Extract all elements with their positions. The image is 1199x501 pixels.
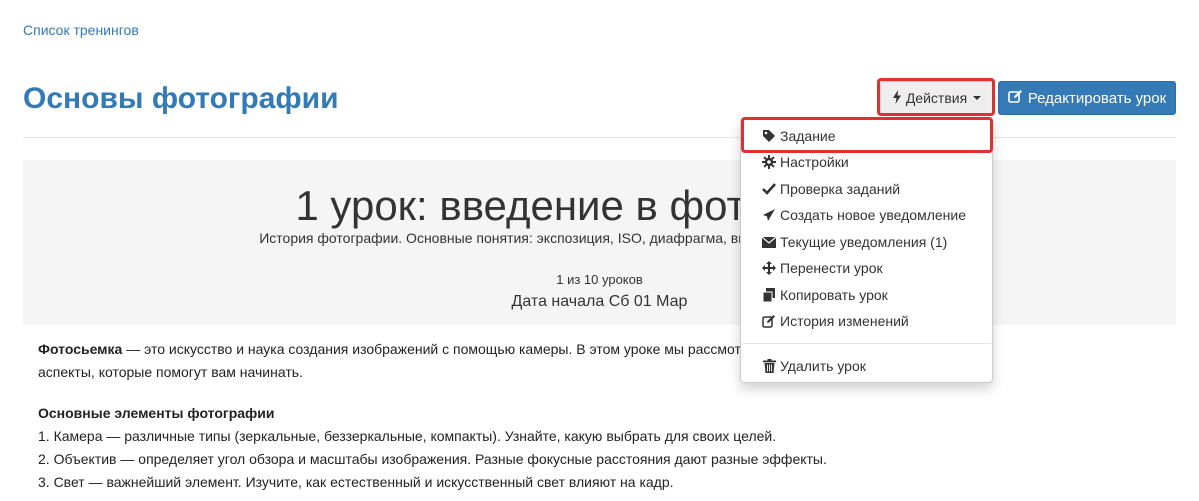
- menu-item-current-notifications[interactable]: Текущие уведомления (1): [761, 230, 986, 254]
- section-title: Основные элементы фотографии: [38, 405, 275, 421]
- menu-item-delete-lesson[interactable]: Удалить урок: [761, 354, 986, 378]
- menu-item-label: Настройки: [780, 154, 849, 170]
- page-title: Основы фотографии: [23, 82, 339, 115]
- copy-icon: [761, 287, 777, 303]
- menu-divider: [742, 343, 991, 344]
- menu-item-label: Удалить урок: [780, 358, 866, 374]
- menu-item-label: Создать новое уведомление: [780, 207, 966, 223]
- menu-item-label: Проверка заданий: [780, 181, 901, 197]
- menu-item-move-lesson[interactable]: Перенести урок: [761, 256, 986, 280]
- actions-dropdown-menu: Задание Настройки Проверка заданий Созда…: [740, 118, 993, 383]
- list-item: 1. Камера — различные типы (зеркальные, …: [38, 428, 777, 444]
- actions-dropdown-button[interactable]: Действия: [880, 81, 993, 115]
- lesson-header: 1 урок: введение в фотосьемку История фо…: [23, 160, 1176, 325]
- trash-icon: [761, 358, 777, 374]
- list-item: 2. Объектив — определяет угол обзора и м…: [38, 451, 827, 467]
- menu-item-settings[interactable]: Настройки: [761, 150, 986, 174]
- menu-item-label: Задание: [780, 128, 836, 144]
- gear-icon: [761, 154, 777, 170]
- intro-paragraph: Фотосьемка — это искусство и наука созда…: [38, 338, 1168, 361]
- lesson-start-date: Дата начала Сб 01 Мар: [511, 293, 688, 310]
- menu-item-label: Перенести урок: [780, 260, 883, 276]
- menu-item-label: Текущие уведомления (1): [780, 234, 948, 250]
- lesson-title: 1 урок: введение в фотосьемку: [295, 182, 904, 229]
- menu-item-check-tasks[interactable]: Проверка заданий: [761, 177, 986, 201]
- menu-item-history[interactable]: История изменений: [761, 309, 986, 333]
- edit-icon: [761, 313, 777, 329]
- title-divider: [23, 137, 1176, 138]
- intro-paragraph-line2: аспекты, которые помогут вам начинать.: [38, 364, 303, 380]
- lesson-count: 1 из 10 уроков: [556, 272, 643, 287]
- breadcrumb-trainings-link[interactable]: Список тренингов: [23, 22, 139, 38]
- bolt-icon: [892, 89, 902, 107]
- list-item: 3. Свет — важнейший элемент. Изучите, ка…: [38, 474, 674, 490]
- lesson-content: Фотосьемка — это искусство и наука созда…: [38, 338, 1168, 494]
- move-icon: [761, 260, 777, 276]
- menu-item-create-notification[interactable]: Создать новое уведомление: [761, 203, 986, 227]
- actions-label: Действия: [905, 90, 968, 106]
- edit-icon: [1008, 89, 1023, 108]
- intro-text: — это искусство и наука создания изображ…: [122, 341, 767, 357]
- envelope-icon: [761, 234, 777, 250]
- edit-lesson-button[interactable]: Редактировать урок: [998, 81, 1176, 115]
- caret-down-icon: [973, 96, 982, 100]
- menu-item-label: История изменений: [780, 313, 909, 329]
- menu-item-copy-lesson[interactable]: Копировать урок: [761, 283, 986, 307]
- edit-lesson-label: Редактировать урок: [1027, 89, 1167, 107]
- tag-icon: [761, 128, 777, 144]
- intro-term: Фотосьемка: [38, 341, 123, 357]
- lesson-description: История фотографии. Основные понятия: эк…: [259, 230, 940, 246]
- check-icon: [761, 181, 777, 197]
- menu-item-label: Копировать урок: [780, 287, 888, 303]
- send-icon: [761, 207, 777, 223]
- menu-item-task[interactable]: Задание: [761, 124, 986, 148]
